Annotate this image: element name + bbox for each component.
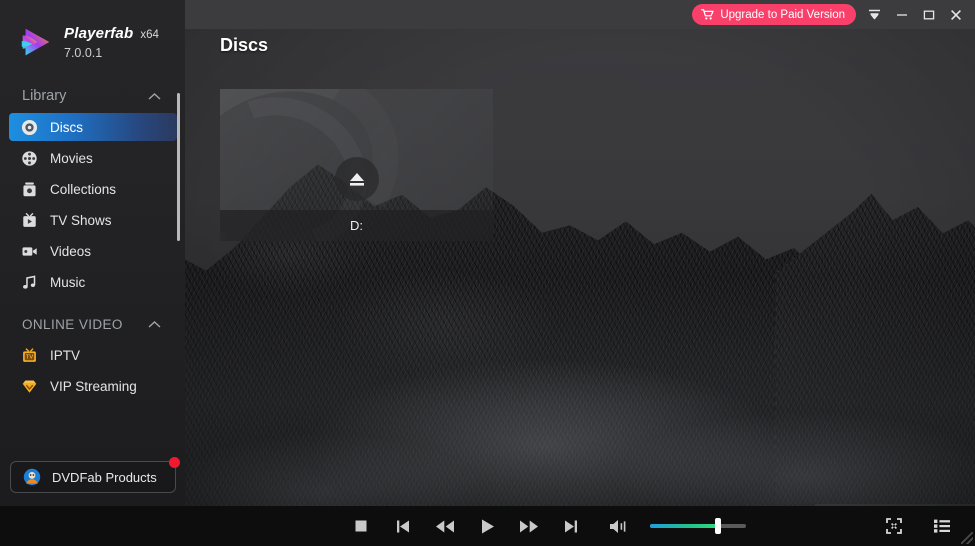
dvdfab-products-button[interactable]: DVDFab Products bbox=[10, 457, 180, 493]
page-title: Discs bbox=[220, 35, 269, 55]
player-control-bar bbox=[0, 506, 975, 546]
dvdfab-icon bbox=[23, 468, 41, 486]
notification-badge bbox=[169, 457, 180, 468]
volume-icon bbox=[610, 519, 626, 533]
sidebar-item-vip-streaming[interactable]: VIP Streaming bbox=[9, 372, 177, 400]
rewind-icon bbox=[436, 520, 454, 532]
sidebar-item-label: TV Shows bbox=[50, 212, 112, 228]
video-camera-icon bbox=[22, 246, 37, 256]
sidebar-section-online-video-title: ONLINE VIDEO bbox=[22, 316, 123, 332]
chevron-up-icon bbox=[148, 320, 161, 328]
sidebar-section-library-header[interactable]: Library bbox=[0, 82, 185, 110]
dvdfab-products-label: DVDFab Products bbox=[52, 469, 157, 485]
collections-icon bbox=[23, 182, 36, 196]
main-content: Discs D: bbox=[185, 29, 975, 506]
brand-header: Playerfab x64 7.0.0.1 bbox=[0, 0, 185, 62]
sidebar-item-discs[interactable]: Discs bbox=[9, 113, 177, 141]
next-button[interactable] bbox=[550, 506, 592, 546]
sidebar-item-label: Movies bbox=[50, 150, 93, 166]
iptv-tv-icon: TV bbox=[23, 347, 36, 362]
skip-previous-icon bbox=[397, 520, 409, 532]
right-controls bbox=[873, 506, 963, 546]
brand-name: Playerfab bbox=[64, 24, 134, 42]
sidebar-item-videos[interactable]: Videos bbox=[9, 237, 177, 265]
disc-drive-label: D: bbox=[220, 210, 493, 241]
vip-diamond-icon bbox=[22, 379, 37, 393]
upgrade-to-paid-version-button[interactable]: Upgrade to Paid Version bbox=[692, 4, 856, 25]
chevron-up-icon bbox=[148, 92, 161, 100]
window-controls bbox=[861, 2, 969, 28]
eject-icon bbox=[349, 173, 364, 186]
brand-version: 7.0.0.1 bbox=[64, 45, 103, 60]
film-reel-icon bbox=[22, 150, 37, 166]
stop-icon bbox=[355, 520, 367, 532]
play-button[interactable] bbox=[466, 506, 508, 546]
title-bar: Upgrade to Paid Version bbox=[185, 0, 975, 29]
fast-forward-icon bbox=[520, 520, 538, 532]
close-button[interactable] bbox=[942, 2, 969, 28]
music-note-icon bbox=[23, 275, 36, 289]
disc-card[interactable]: D: bbox=[220, 89, 493, 241]
sidebar-item-label: IPTV bbox=[50, 347, 81, 363]
sidebar-item-iptv[interactable]: TV IPTV bbox=[9, 341, 177, 369]
stop-button[interactable] bbox=[340, 506, 382, 546]
sidebar-scrollbar[interactable] bbox=[177, 93, 180, 241]
sidebar-nav: Library Discs Movies Collections TV Show… bbox=[0, 82, 185, 400]
sidebar: Playerfab x64 7.0.0.1 Library Discs Movi… bbox=[0, 0, 185, 506]
upgrade-button-label: Upgrade to Paid Version bbox=[720, 8, 845, 21]
menu-caret-icon[interactable] bbox=[861, 2, 888, 28]
svg-text:TV: TV bbox=[26, 354, 33, 360]
playlist-icon bbox=[934, 519, 950, 533]
volume-handle[interactable] bbox=[715, 518, 722, 534]
playlist-button[interactable] bbox=[921, 506, 963, 546]
fullscreen-button[interactable] bbox=[873, 506, 915, 546]
sidebar-item-collections[interactable]: Collections bbox=[9, 175, 177, 203]
tv-icon bbox=[23, 212, 36, 227]
sidebar-item-label: Music bbox=[50, 274, 86, 290]
play-icon bbox=[481, 519, 494, 533]
transport-controls bbox=[340, 506, 592, 546]
volume-slider[interactable] bbox=[650, 517, 746, 535]
brand-architecture: x64 bbox=[140, 28, 159, 41]
rewind-button[interactable] bbox=[424, 506, 466, 546]
volume-fill bbox=[650, 524, 719, 528]
shopping-cart-icon bbox=[701, 9, 714, 20]
disc-icon bbox=[21, 119, 38, 135]
fullscreen-icon bbox=[886, 518, 902, 534]
sidebar-item-label: VIP Streaming bbox=[50, 378, 137, 394]
sidebar-item-music[interactable]: Music bbox=[9, 268, 177, 296]
sidebar-item-movies[interactable]: Movies bbox=[9, 144, 177, 172]
sidebar-item-label: Discs bbox=[50, 119, 83, 135]
sidebar-item-label: Collections bbox=[50, 181, 117, 197]
eject-button[interactable] bbox=[334, 157, 379, 201]
sidebar-section-library-title: Library bbox=[22, 88, 67, 104]
minimize-button[interactable] bbox=[888, 2, 915, 28]
playerfab-logo-icon bbox=[21, 28, 50, 56]
volume-area bbox=[598, 506, 746, 546]
sidebar-item-label: Videos bbox=[50, 243, 92, 259]
sidebar-item-tv-shows[interactable]: TV Shows bbox=[9, 206, 177, 234]
volume-button[interactable] bbox=[598, 506, 640, 546]
maximize-button[interactable] bbox=[915, 2, 942, 28]
skip-next-icon bbox=[565, 520, 577, 532]
fast-forward-button[interactable] bbox=[508, 506, 550, 546]
playerfab-window: Upgrade to Paid Version Playerfab x64 7.… bbox=[0, 0, 975, 546]
resize-grip[interactable] bbox=[961, 532, 973, 544]
previous-button[interactable] bbox=[382, 506, 424, 546]
sidebar-section-online-video-header[interactable]: ONLINE VIDEO bbox=[0, 310, 185, 338]
